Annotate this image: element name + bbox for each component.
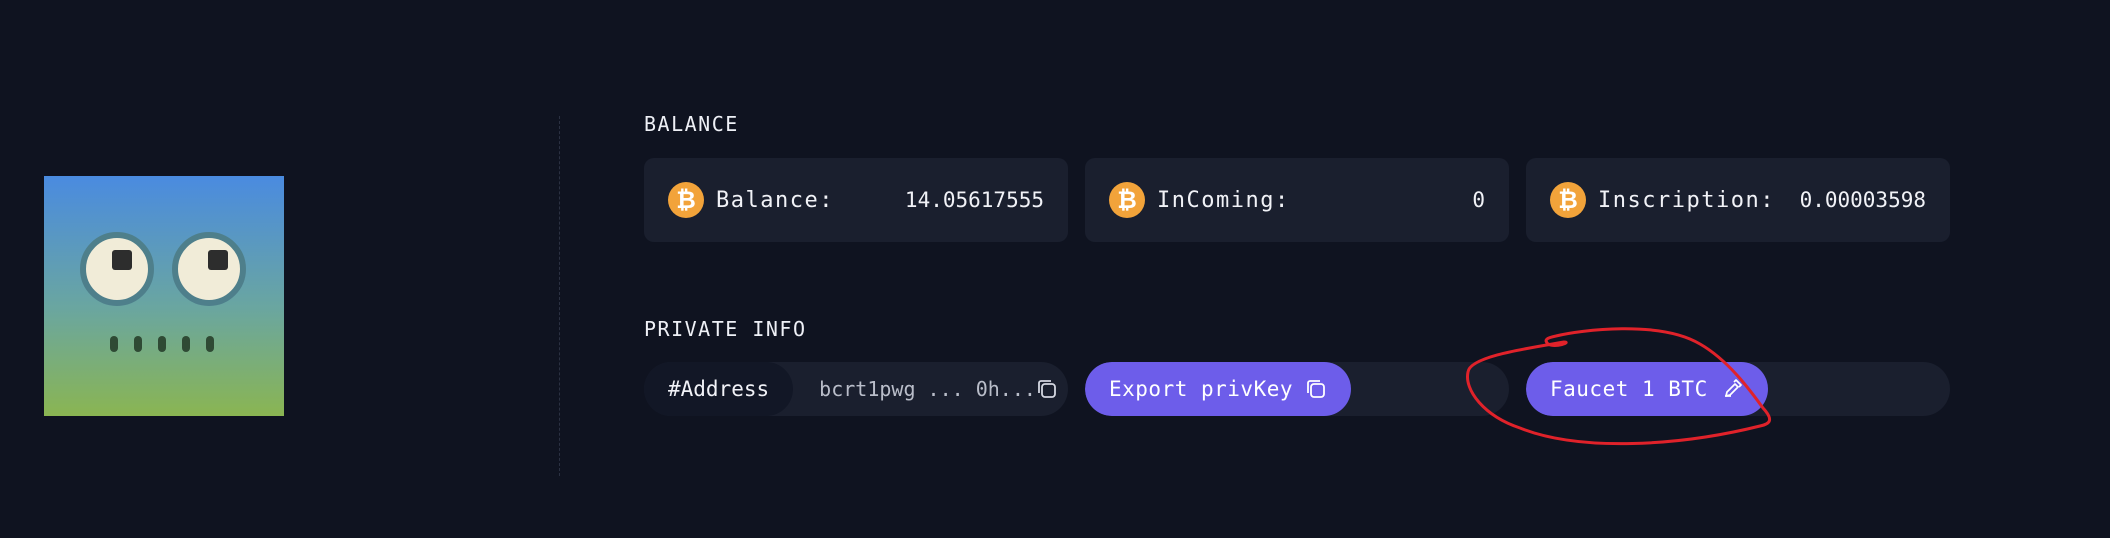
export-pill: Export privKey	[1085, 362, 1509, 416]
inscription-value: 0.00003598	[1799, 188, 1926, 212]
incoming-label: InComing:	[1157, 187, 1290, 213]
bitcoin-icon: ₿	[1109, 182, 1145, 218]
balance-label: Balance:	[716, 187, 834, 213]
faucet-icon	[1724, 379, 1742, 397]
avatar	[44, 176, 284, 416]
inscription-label: Inscription:	[1598, 187, 1775, 213]
avatar-left-eye	[80, 232, 154, 306]
address-pill: #Address bcrt1pwg ... 0h...	[644, 362, 1068, 416]
avatar-tooth	[158, 336, 166, 352]
faucet-label: Faucet 1 BTC	[1550, 377, 1708, 401]
balance-card: ₿ Balance: 14.05617555	[644, 158, 1068, 242]
avatar-tooth	[134, 336, 142, 352]
avatar-tooth	[182, 336, 190, 352]
incoming-card: ₿ InComing: 0	[1085, 158, 1509, 242]
vertical-divider	[559, 116, 560, 476]
inscription-card: ₿ Inscription: 0.00003598	[1526, 158, 1950, 242]
avatar-left-pupil	[112, 250, 132, 270]
balance-section-title: BALANCE	[644, 112, 739, 136]
copy-icon	[1307, 380, 1325, 398]
avatar-right-pupil	[208, 250, 228, 270]
bitcoin-icon: ₿	[668, 182, 704, 218]
avatar-mouth	[110, 336, 220, 352]
avatar-tooth	[206, 336, 214, 352]
private-info-section-title: PRIVATE INFO	[644, 317, 807, 341]
balance-value: 14.05617555	[904, 188, 1044, 212]
address-tag: #Address	[644, 362, 794, 416]
incoming-value: 0	[1472, 188, 1485, 212]
faucet-button[interactable]: Faucet 1 BTC	[1526, 362, 1768, 416]
avatar-tooth	[110, 336, 118, 352]
avatar-right-eye	[172, 232, 246, 306]
faucet-pill: Faucet 1 BTC	[1526, 362, 1950, 416]
copy-icon[interactable]	[1036, 378, 1058, 400]
export-privkey-button[interactable]: Export privKey	[1085, 362, 1352, 416]
export-privkey-label: Export privKey	[1109, 377, 1294, 401]
bitcoin-icon: ₿	[1550, 182, 1586, 218]
address-value: bcrt1pwg ... 0h...	[819, 377, 1036, 401]
